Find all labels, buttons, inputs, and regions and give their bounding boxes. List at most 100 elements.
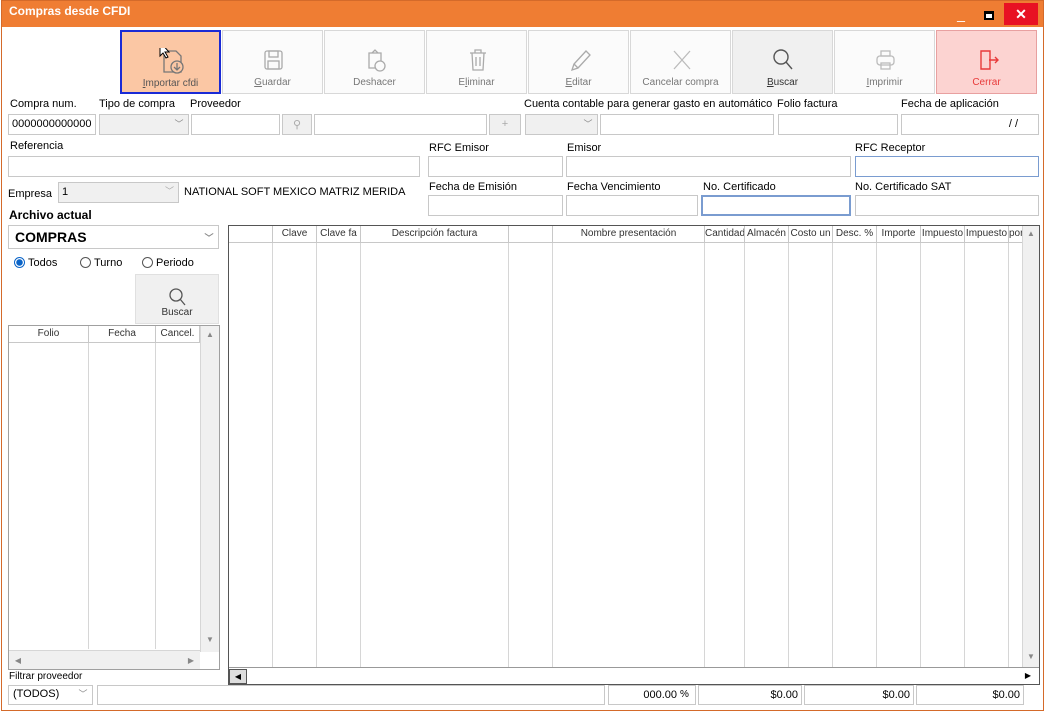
- tipo-compra-select[interactable]: ﹀: [99, 114, 189, 135]
- detail-col-header[interactable]: Desc. %: [833, 226, 877, 243]
- detail-col-body: [921, 243, 965, 667]
- detail-col-header[interactable]: Nombre presentación: [553, 226, 705, 243]
- guardar-key: G: [254, 77, 262, 88]
- radio-turno[interactable]: Turno: [80, 257, 122, 269]
- deshacer-button[interactable]: Deshacer: [324, 30, 425, 94]
- detail-col-body: [745, 243, 789, 667]
- radio-todos[interactable]: Todos: [14, 257, 57, 269]
- compras-list-grid[interactable]: Folio Fecha Cancel. ▲ ▼ ◀ ▶: [8, 325, 220, 670]
- detail-grid[interactable]: Clave Clave fa Descripción factura Nombre p…: [228, 225, 1040, 685]
- empresa-label: Empresa: [8, 188, 53, 200]
- detail-col-body: [273, 243, 317, 667]
- main-window: Compras desde CFDI _ ✕ Importar cfdi Gua…: [1, 0, 1044, 711]
- buscar-key: B: [766, 77, 774, 88]
- detail-col-header[interactable]: Clave fa: [317, 226, 361, 243]
- detail-col-header[interactable]: por: [1009, 226, 1023, 243]
- detail-col-body: [965, 243, 1009, 667]
- detail-col-body: [877, 243, 921, 667]
- imprimir-button[interactable]: Imprimir: [834, 30, 935, 94]
- proveedor-search-button[interactable]: ⚲: [282, 114, 312, 135]
- detail-horizontal-scrollbar[interactable]: ◀ ▶: [229, 667, 1039, 684]
- radio-todos-label: Todos: [28, 257, 58, 269]
- radio-dot-icon: [80, 257, 91, 268]
- detail-col-header[interactable]: Almacén: [745, 226, 789, 243]
- detail-vertical-scrollbar[interactable]: ▲ ▼: [1022, 226, 1039, 667]
- archivo-select[interactable]: COMPRAS ﹀: [8, 225, 219, 249]
- rfc-receptor-field[interactable]: [855, 156, 1039, 177]
- cancel-x-icon: [673, 50, 691, 70]
- imprimir-label: mprimir: [869, 77, 903, 88]
- radio-dot-icon: [14, 257, 25, 268]
- detail-col-body: [705, 243, 745, 667]
- empresa-select[interactable]: 1: [58, 182, 179, 203]
- eliminar-button[interactable]: Eliminar: [426, 30, 527, 94]
- no-certificado-field[interactable]: [701, 195, 851, 216]
- scroll-left-icon: ◀: [229, 669, 247, 684]
- fecha-aplicacion-field[interactable]: / /: [901, 114, 1039, 135]
- detail-col-body: [229, 243, 273, 667]
- cuenta-contable-select[interactable]: ﹀: [525, 114, 598, 135]
- left-vertical-scrollbar[interactable]: ▲ ▼: [200, 326, 219, 652]
- folio-factura-label: Folio factura: [777, 98, 838, 110]
- detail-col-header[interactable]: Cantidad: [705, 226, 745, 243]
- col-fecha-body: [89, 343, 156, 649]
- detail-col-header[interactable]: Descripción factura: [361, 226, 509, 243]
- proveedor-code-field[interactable]: [191, 114, 280, 135]
- detail-col-header[interactable]: [229, 226, 273, 243]
- undo-icon: [368, 49, 386, 72]
- scroll-down-icon: ▼: [206, 635, 214, 644]
- importar-label: mportar cfdi: [145, 78, 199, 89]
- maximize-icon: [984, 10, 994, 20]
- total-field-3: $0.00: [916, 685, 1024, 705]
- fecha-aplicacion-label: Fecha de aplicación: [901, 98, 999, 110]
- col-cancel[interactable]: Cancel.: [156, 326, 200, 343]
- left-horizontal-scrollbar[interactable]: ◀ ▶: [9, 650, 200, 669]
- detail-col-header[interactable]: Impuesto: [965, 226, 1009, 243]
- emisor-field[interactable]: [566, 156, 851, 177]
- importar-cfdi-button[interactable]: Importar cfdi: [120, 30, 221, 94]
- rfc-emisor-field[interactable]: [428, 156, 563, 177]
- proveedor-name-field[interactable]: [314, 114, 487, 135]
- radio-turno-label: Turno: [94, 257, 123, 269]
- archivo-select-value: COMPRAS: [15, 229, 87, 245]
- chevron-down-icon: ﹀: [78, 689, 88, 699]
- filtrar-proveedor-value: (TODOS): [13, 688, 60, 700]
- total-field-1: $0.00: [698, 685, 802, 705]
- detail-col-body: [361, 243, 509, 667]
- fecha-vencimiento-field[interactable]: [566, 195, 698, 216]
- radio-periodo[interactable]: Periodo: [142, 257, 194, 269]
- editar-button[interactable]: Editar: [528, 30, 629, 94]
- cancelar-compra-button[interactable]: Cancelar compra: [630, 30, 731, 94]
- guardar-button[interactable]: Guardar: [222, 30, 323, 94]
- cerrar-button[interactable]: Cerrar: [936, 30, 1037, 94]
- detail-col-header[interactable]: Impuesto: [921, 226, 965, 243]
- search-icon: [169, 288, 186, 306]
- rfc-receptor-label: RFC Receptor: [855, 142, 926, 154]
- col-fecha[interactable]: Fecha: [89, 326, 156, 343]
- folio-factura-field[interactable]: [778, 114, 898, 135]
- compra-num-field[interactable]: 0000000000000: [8, 114, 96, 135]
- add-proveedor-button[interactable]: +: [489, 114, 521, 135]
- no-certificado-sat-field[interactable]: [855, 195, 1039, 216]
- referencia-field[interactable]: [8, 156, 420, 177]
- maximize-button[interactable]: [978, 3, 1000, 25]
- referencia-label: Referencia: [10, 140, 64, 152]
- left-buscar-button[interactable]: Buscar: [135, 274, 219, 324]
- detail-col-header[interactable]: [509, 226, 553, 243]
- cuenta-contable-field[interactable]: [600, 114, 774, 135]
- radio-periodo-label: Periodo: [156, 257, 194, 269]
- fecha-emision-field[interactable]: [428, 195, 563, 216]
- chevron-down-icon: ﹀: [165, 186, 175, 196]
- save-icon: [264, 50, 283, 70]
- filtrar-proveedor-select[interactable]: (TODOS) ﹀: [8, 685, 93, 705]
- empresa-name: NATIONAL SOFT MEXICO MATRIZ MERIDA: [181, 182, 421, 203]
- detail-col-header[interactable]: Clave: [273, 226, 317, 243]
- buscar-button[interactable]: Buscar: [732, 30, 833, 94]
- chevron-down-icon: ﹀: [583, 119, 593, 129]
- scroll-up-icon: ▲: [1027, 229, 1035, 238]
- col-folio[interactable]: Folio: [9, 326, 89, 343]
- detail-col-header[interactable]: Importe: [877, 226, 921, 243]
- close-window-button[interactable]: ✕: [1004, 3, 1038, 25]
- detail-col-header[interactable]: Costo un: [789, 226, 833, 243]
- minimize-button[interactable]: _: [950, 3, 972, 25]
